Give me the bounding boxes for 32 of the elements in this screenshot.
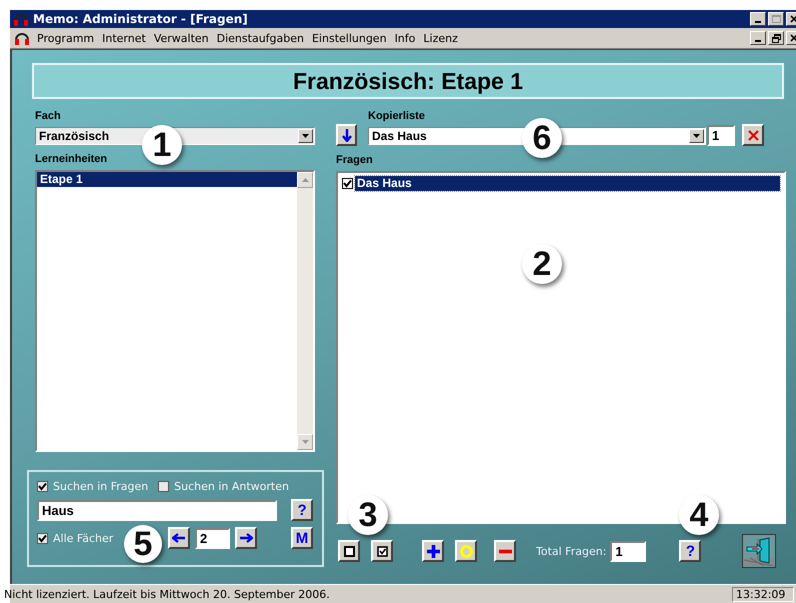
status-message: Nicht lizenziert. Laufzeit bis Mittwoch 20. September 2006. [4, 588, 330, 600]
menu-item[interactable]: Lizenz [419, 32, 462, 44]
menu-item[interactable]: Dienstaufgaben [212, 32, 308, 44]
menu-item[interactable]: Info [390, 32, 420, 44]
header-title: Französisch: Etape 1 [32, 63, 784, 99]
status-clock: 13:32:09 [732, 586, 794, 602]
unit-list[interactable]: Etape 1 [35, 170, 315, 452]
list-item[interactable]: Das Haus [355, 176, 780, 191]
m-button[interactable]: M [291, 527, 313, 549]
field-label: Fragen [336, 154, 374, 168]
callout-badge: 1 [142, 125, 182, 165]
total-field[interactable]: 1 [610, 540, 646, 562]
list-item[interactable]: Etape 1 [37, 172, 297, 187]
field-label: Lerneinheiten [35, 153, 108, 167]
window-title: Memo: Administrator - [Fragen] [33, 12, 248, 26]
search-field[interactable]: Haus [37, 500, 278, 520]
callout-badge: 5 [124, 525, 162, 563]
help-button[interactable]: ? [291, 499, 313, 521]
menu-item[interactable]: Verwalten [150, 32, 213, 44]
field-label: Fach [35, 110, 62, 124]
total-label: Total Fragen: [536, 544, 606, 558]
menu-item[interactable]: Internet [98, 32, 150, 44]
checkbox-label: Alle Fächer [53, 532, 114, 544]
callout-badge: 6 [522, 118, 562, 158]
checkbox-label: Suchen in Antworten [174, 480, 289, 492]
menu-item[interactable]: Programm [33, 32, 98, 44]
checkbox-label: Suchen in Fragen [53, 480, 148, 492]
menu-item[interactable]: Einstellungen [308, 32, 391, 44]
field-label: Kopierliste [368, 110, 426, 124]
count-field[interactable]: 1 [707, 124, 735, 146]
help-button[interactable]: ? [679, 540, 702, 562]
page-field[interactable]: 2 [195, 528, 230, 548]
